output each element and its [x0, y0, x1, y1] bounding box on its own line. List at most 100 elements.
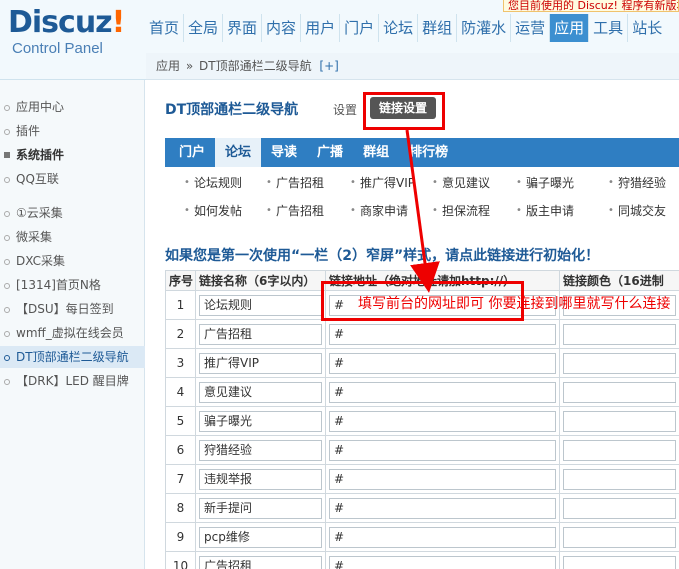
sidebar: 应用中心 插件 系统插件 QQ互联 ①云采集 微采集 DXC采集 [1314]首页N格 【DSU… — [0, 80, 145, 569]
top-nav-item[interactable]: 防灌水 — [456, 14, 510, 42]
row-number: 3 — [165, 348, 196, 378]
link-name-input[interactable]: 违规举报 — [199, 468, 322, 490]
link-name-input[interactable]: 推广得VIP — [199, 352, 322, 374]
name-cell: 广告招租 — [195, 319, 326, 349]
top-nav-item[interactable]: 运营 — [510, 14, 549, 42]
link-url-input[interactable]: # — [329, 526, 556, 548]
sidebar-item[interactable]: QQ互联 — [0, 168, 145, 190]
breadcrumb-current: DT顶部通栏二级导航 — [199, 59, 312, 73]
link-color-input[interactable] — [563, 381, 676, 403]
top-nav-item[interactable]: 全局 — [183, 14, 222, 42]
menu-link[interactable]: 担保流程 — [432, 203, 490, 219]
link-color-input[interactable] — [563, 323, 676, 345]
tab-settings[interactable]: 设置 — [333, 101, 357, 118]
link-url-input[interactable]: # — [329, 381, 556, 403]
top-nav-item[interactable]: 用户 — [300, 14, 339, 42]
link-color-input[interactable] — [563, 439, 676, 461]
table-header-row: 序号 链接名称（6字以内） 链接地址（绝对地址请加http://） 链接颜色（16进制 — [165, 270, 679, 291]
sidebar-item[interactable]: 【DSU】每日签到 — [0, 298, 145, 320]
link-url-input[interactable]: # — [329, 468, 556, 490]
tab-link-settings[interactable]: 链接设置 — [370, 97, 436, 119]
sub-nav-item[interactable]: 群组 — [353, 138, 399, 167]
row-number: 10 — [165, 551, 196, 569]
menu-link[interactable]: 狩猎经验 — [608, 175, 666, 191]
sub-nav-item[interactable]: 导读 — [261, 138, 307, 167]
table-row: 8 新手提问 # — [165, 493, 679, 523]
link-color-input[interactable] — [563, 468, 676, 490]
top-nav-item[interactable]: 内容 — [261, 14, 300, 42]
link-name-input[interactable]: 论坛规则 — [199, 294, 322, 316]
menu-link[interactable]: 意见建议 — [432, 175, 490, 191]
sidebar-item[interactable]: DXC采集 — [0, 250, 145, 272]
sidebar-item[interactable]: [1314]首页N格 — [0, 274, 145, 296]
link-name-input[interactable]: 新手提问 — [199, 497, 322, 519]
link-color-input[interactable] — [563, 497, 676, 519]
table-row: 6 狩猎经验 # — [165, 435, 679, 465]
link-url-input[interactable]: # — [329, 410, 556, 432]
top-nav-item[interactable]: 论坛 — [378, 14, 417, 42]
link-name-input[interactable]: 意见建议 — [199, 381, 322, 403]
menu-link[interactable]: 推广得VIP — [350, 175, 415, 191]
menu-link[interactable]: 同城交友 — [608, 203, 666, 219]
link-color-input[interactable] — [563, 352, 676, 374]
sub-nav-item[interactable]: 排行榜 — [399, 138, 458, 167]
menu-link[interactable]: 论坛规则 — [184, 175, 242, 191]
init-hint-link[interactable]: 如果您是第一次使用“一栏（2）窄屏”样式，请点此链接进行初始化！ — [165, 245, 599, 265]
color-cell — [559, 464, 679, 494]
breadcrumb-root[interactable]: 应用 — [156, 59, 180, 73]
sidebar-item[interactable]: 插件 — [0, 120, 145, 142]
add-favorite-button[interactable]: [+] — [319, 59, 338, 73]
discuz-logo[interactable]: Discuz! Control Panel — [8, 6, 140, 66]
table-row: 7 违规举报 # — [165, 464, 679, 494]
top-nav-item[interactable]: 首页 — [145, 14, 183, 42]
sub-nav-item[interactable]: 门户 — [169, 138, 215, 167]
menu-link[interactable]: 如何发帖 — [184, 203, 242, 219]
menu-link[interactable]: 骗子曝光 — [516, 175, 574, 191]
menu-link[interactable]: 广告招租 — [266, 203, 324, 219]
link-name-input[interactable]: 广告招租 — [199, 555, 322, 569]
top-nav: 首页 全局 界面 内容 用户 门户 论坛 群组 防灌水 运营 应用 工具 站长 — [145, 14, 666, 42]
sub-nav-item[interactable]: 论坛 — [215, 138, 262, 167]
top-nav-item[interactable]: 群组 — [417, 14, 456, 42]
table-header: 序号 — [165, 270, 196, 291]
logo-bang: ! — [111, 5, 126, 40]
name-cell: 违规举报 — [195, 464, 326, 494]
link-name-input[interactable]: 狩猎经验 — [199, 439, 322, 461]
link-url-input[interactable]: # — [329, 439, 556, 461]
name-cell: 新手提问 — [195, 493, 326, 523]
row-number: 1 — [165, 290, 196, 320]
top-nav-item[interactable]: 界面 — [222, 14, 261, 42]
sidebar-item[interactable]: wmff_虚拟在线会员 — [0, 322, 145, 344]
top-nav-item[interactable]: 应用 — [549, 14, 589, 42]
link-color-input[interactable] — [563, 555, 676, 569]
menu-link[interactable]: 版主申请 — [516, 203, 574, 219]
sidebar-item[interactable]: 【DRK】LED 醒目牌 — [0, 370, 145, 392]
top-nav-item[interactable]: 门户 — [339, 14, 378, 42]
sidebar-item[interactable]: 微采集 — [0, 226, 145, 248]
link-url-input[interactable]: # — [329, 352, 556, 374]
link-color-input[interactable] — [563, 526, 676, 548]
name-cell: 广告招租 — [195, 551, 326, 569]
row-number: 6 — [165, 435, 196, 465]
sidebar-item[interactable]: 应用中心 — [0, 96, 145, 118]
sidebar-group[interactable]: 系统插件 — [0, 144, 145, 166]
top-nav-item[interactable]: 工具 — [588, 14, 627, 42]
menu-link[interactable]: 广告招租 — [266, 175, 324, 191]
row-number: 8 — [165, 493, 196, 523]
link-name-input[interactable]: 骗子曝光 — [199, 410, 322, 432]
breadcrumb: 应用 » DT顶部通栏二级导航 [+] — [146, 53, 679, 80]
sidebar-item[interactable]: ①云采集 — [0, 202, 145, 224]
name-cell: 骗子曝光 — [195, 406, 326, 436]
sidebar-item[interactable]: DT顶部通栏二级导航 — [0, 346, 145, 368]
link-url-input[interactable]: # — [329, 323, 556, 345]
update-notice[interactable]: 您目前使用的 Discuz! 程序有新版本 — [503, 0, 679, 12]
link-name-input[interactable]: pcp维修 — [199, 526, 322, 548]
sub-nav-item[interactable]: 广播 — [307, 138, 353, 167]
link-url-input[interactable]: # — [329, 497, 556, 519]
menu-link[interactable]: 商家申请 — [350, 203, 408, 219]
link-table: 序号 链接名称（6字以内） 链接地址（绝对地址请加http://） 链接颜色（16进制… — [165, 270, 679, 569]
link-color-input[interactable] — [563, 410, 676, 432]
link-name-input[interactable]: 广告招租 — [199, 323, 322, 345]
top-nav-item[interactable]: 站长 — [627, 14, 666, 42]
link-url-input[interactable]: # — [329, 555, 556, 569]
